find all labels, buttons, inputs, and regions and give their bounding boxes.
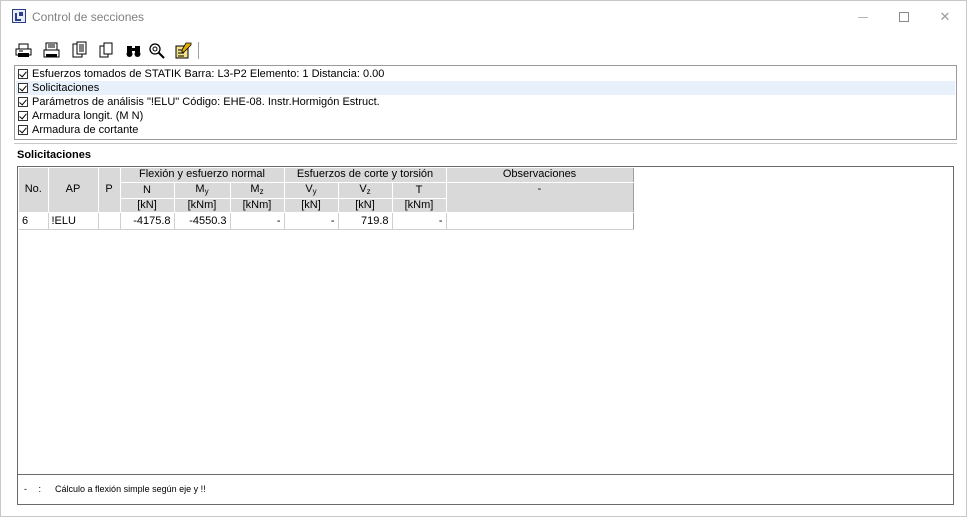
col-header-t: T bbox=[392, 182, 447, 199]
print-icon bbox=[15, 43, 32, 57]
divider bbox=[14, 143, 957, 144]
minimize-icon bbox=[858, 17, 868, 18]
cell-vz: 719.8 bbox=[338, 212, 393, 230]
binoculars-icon bbox=[126, 46, 141, 57]
cell-t: - bbox=[392, 212, 447, 230]
cell-mz: - bbox=[230, 212, 285, 230]
group-header-corte: Esfuerzos de corte y torsión bbox=[284, 168, 447, 183]
checkbox-armadura-longit[interactable] bbox=[18, 111, 28, 121]
unit-n: [kN] bbox=[120, 198, 175, 213]
edit-settings-icon bbox=[175, 42, 192, 59]
col-header-p: P bbox=[98, 168, 121, 213]
checkbox-esfuerzos[interactable] bbox=[18, 69, 28, 79]
section-title: Solicitaciones bbox=[17, 149, 91, 161]
search-settings-button[interactable] bbox=[147, 41, 166, 60]
info-label: Esfuerzos tomados de STATIK Barra: L3-P2… bbox=[32, 68, 385, 80]
copy-button[interactable] bbox=[97, 41, 116, 60]
find-button[interactable] bbox=[124, 41, 143, 60]
legend-text: Cálculo a flexión simple según eje y !! bbox=[55, 484, 206, 494]
print-button[interactable] bbox=[14, 41, 33, 60]
window-title: Control de secciones bbox=[32, 10, 145, 24]
maximize-button[interactable] bbox=[881, 1, 927, 33]
checkbox-armadura-cortante[interactable] bbox=[18, 125, 28, 135]
col-header-mz: Mz bbox=[230, 182, 285, 199]
cell-my: -4550.3 bbox=[174, 212, 231, 230]
legend-panel: - : Cálculo a flexión simple según eje y… bbox=[17, 475, 954, 505]
col-header-vy: Vy bbox=[284, 182, 339, 199]
info-label: Solicitaciones bbox=[32, 82, 100, 94]
info-panel: Esfuerzos tomados de STATIK Barra: L3-P2… bbox=[14, 65, 957, 140]
unit-vz: [kN] bbox=[338, 198, 393, 213]
unit-vy: [kN] bbox=[284, 198, 339, 213]
copy-icon bbox=[99, 42, 113, 58]
legend-colon: : bbox=[38, 484, 42, 494]
unit-my: [kNm] bbox=[174, 198, 231, 213]
col-header-observaciones-value: - bbox=[446, 182, 634, 213]
col-header-ap: AP bbox=[48, 168, 99, 213]
export-button[interactable] bbox=[70, 41, 89, 60]
maximize-icon bbox=[899, 12, 909, 22]
checkbox-parametros[interactable] bbox=[18, 97, 28, 107]
legend-symbol: - bbox=[24, 484, 27, 494]
edit-settings-button[interactable] bbox=[174, 41, 193, 60]
toolbar-separator bbox=[198, 42, 199, 59]
cell-no: 6 bbox=[19, 212, 49, 230]
info-row-armadura-longit[interactable]: Armadura longit. (M N) bbox=[16, 109, 955, 123]
legend-row: - : Cálculo a flexión simple según eje y… bbox=[24, 484, 206, 494]
results-table-frame[interactable]: No. AP P Flexión y esfuerzo normal Esfue… bbox=[17, 166, 954, 475]
group-header-flexion: Flexión y esfuerzo normal bbox=[120, 168, 285, 183]
info-row-parametros[interactable]: Parámetros de análisis "!ELU" Código: EH… bbox=[16, 95, 955, 109]
window: Control de secciones ✕ Esfuerzos tomados… bbox=[0, 0, 967, 517]
info-label: Armadura longit. (M N) bbox=[32, 110, 144, 122]
col-header-no: No. bbox=[19, 168, 49, 213]
cell-vy: - bbox=[284, 212, 339, 230]
col-header-n: N bbox=[120, 182, 175, 199]
group-header-observaciones: Observaciones bbox=[446, 168, 634, 183]
cell-p bbox=[98, 212, 121, 230]
print-preview-icon bbox=[43, 42, 60, 58]
info-label: Parámetros de análisis "!ELU" Código: EH… bbox=[32, 96, 380, 108]
export-icon bbox=[72, 41, 87, 58]
print-preview-button[interactable] bbox=[42, 41, 61, 60]
toolbar bbox=[14, 41, 214, 61]
search-settings-icon bbox=[149, 43, 165, 59]
close-button[interactable]: ✕ bbox=[922, 1, 967, 33]
close-icon: ✕ bbox=[939, 9, 951, 24]
cell-obs bbox=[446, 212, 634, 230]
checkbox-solicitaciones[interactable] bbox=[18, 83, 28, 93]
minimize-button[interactable] bbox=[840, 1, 886, 33]
info-row-esfuerzos[interactable]: Esfuerzos tomados de STATIK Barra: L3-P2… bbox=[16, 67, 955, 81]
table-row[interactable]: 6 !ELU -4175.8 -4550.3 - - 719.8 - bbox=[19, 212, 634, 230]
title-bar: Control de secciones ✕ bbox=[1, 1, 966, 33]
app-icon bbox=[12, 9, 26, 23]
unit-mz: [kNm] bbox=[230, 198, 285, 213]
cell-ap: !ELU bbox=[48, 212, 99, 230]
info-row-solicitaciones[interactable]: Solicitaciones bbox=[16, 81, 955, 95]
info-row-armadura-cortante[interactable]: Armadura de cortante bbox=[16, 123, 955, 137]
unit-t: [kNm] bbox=[392, 198, 447, 213]
col-header-my: My bbox=[174, 182, 231, 199]
results-table: No. AP P Flexión y esfuerzo normal Esfue… bbox=[19, 168, 634, 230]
col-header-vz: Vz bbox=[338, 182, 393, 199]
info-label: Armadura de cortante bbox=[32, 124, 139, 136]
cell-n: -4175.8 bbox=[120, 212, 175, 230]
